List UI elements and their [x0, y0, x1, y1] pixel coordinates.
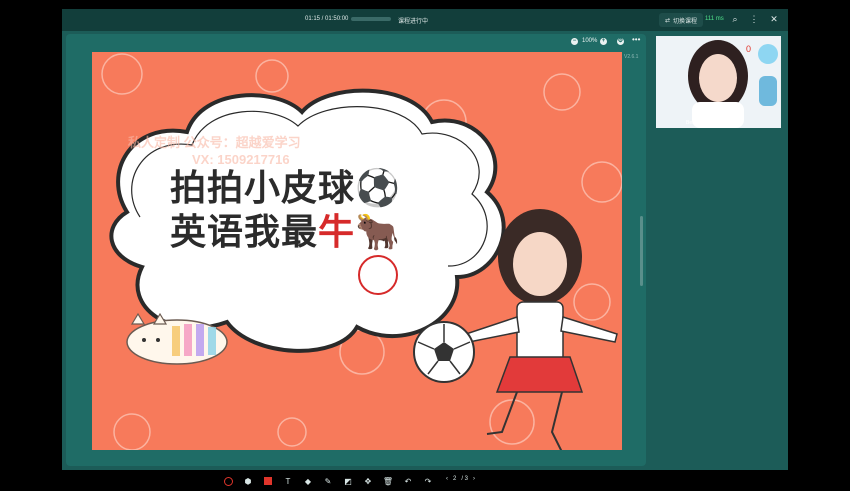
total-pages: / 3 — [461, 476, 469, 482]
gear-icon: ⚙ — [617, 38, 624, 45]
class-progress-bar — [351, 17, 391, 21]
top-bar: 01:15 / 01:50:00 课程进行中 ⇄ 切换课程 111 ms ⌕ ⋮… — [62, 9, 788, 31]
prev-page-icon[interactable]: ‹ — [446, 476, 448, 482]
title-highlight-char: 牛 — [318, 212, 356, 253]
watermark-text: 私人定制 公众号：超越爱学习 — [128, 135, 301, 150]
zoom-level: 100% — [582, 38, 598, 44]
zoom-out-button[interactable]: − — [571, 38, 578, 45]
slide-canvas[interactable]: 拍拍小皮球⚽ 英语我最牛🐂 私人定制 公众号：超越爱学习 VX: 1509217… — [92, 52, 622, 450]
class-status: 课程进行中 — [398, 19, 429, 25]
next-page-icon[interactable]: › — [473, 476, 475, 482]
teacher-video-frame — [656, 36, 781, 128]
switch-course-label: 切换课程 — [673, 18, 698, 25]
version-label: V2.6.1 — [624, 54, 639, 60]
plus-icon: + — [600, 38, 607, 45]
teacher-camera-feed: 0 Belmo英语老师 — [656, 36, 781, 128]
cow-emoji: 🐂 — [355, 212, 401, 253]
zoom-in-button[interactable]: + — [600, 38, 607, 45]
current-page: 2 — [453, 476, 457, 482]
switch-course-button[interactable]: ⇄ 切换课程 — [659, 13, 704, 27]
title-line-2-text: 英语我最 — [170, 212, 319, 253]
classroom-app: 01:15 / 01:50:00 课程进行中 ⇄ 切换课程 111 ms ⌕ ⋮… — [62, 9, 788, 486]
watermark-contact: VX: 1509217716 — [192, 152, 290, 167]
zoom-icon[interactable]: ⌕ — [728, 12, 742, 26]
switch-icon: ⇄ — [665, 17, 671, 24]
class-time: 01:15 / 01:50:00 — [305, 16, 349, 22]
reward-count: 0 — [746, 44, 752, 54]
settings-button[interactable]: ⚙ — [617, 38, 624, 45]
vertical-scrollbar[interactable] — [640, 216, 643, 286]
soccer-ball-icon — [413, 321, 475, 383]
minus-icon: − — [571, 38, 578, 45]
network-latency: 111 ms — [705, 16, 724, 22]
title-line-1: 拍拍小皮球⚽ — [170, 168, 401, 209]
drawing-toolbar: ⬢ T ◆ ✎ ◩ ✥ 🗑 ↶ ↷ ‹ 2 / 3 › — [66, 473, 650, 491]
whiteboard-panel: − 100% + ⚙ ••• V2.6.1 拍拍小皮球⚽ 英语我最牛🐂 私人定制… — [66, 34, 646, 486]
title-line-2: 英语我最牛🐂 — [170, 211, 401, 255]
more-horizontal-icon[interactable]: ••• — [632, 35, 640, 44]
slide-title: 拍拍小皮球⚽ 英语我最牛🐂 — [170, 167, 401, 255]
more-vertical-icon[interactable]: ⋮ — [747, 12, 761, 26]
close-icon[interactable]: ✕ — [767, 12, 781, 26]
page-pager: ‹ 2 / 3 › — [446, 476, 475, 482]
teacher-name: Belmo英语老师 — [686, 120, 721, 126]
